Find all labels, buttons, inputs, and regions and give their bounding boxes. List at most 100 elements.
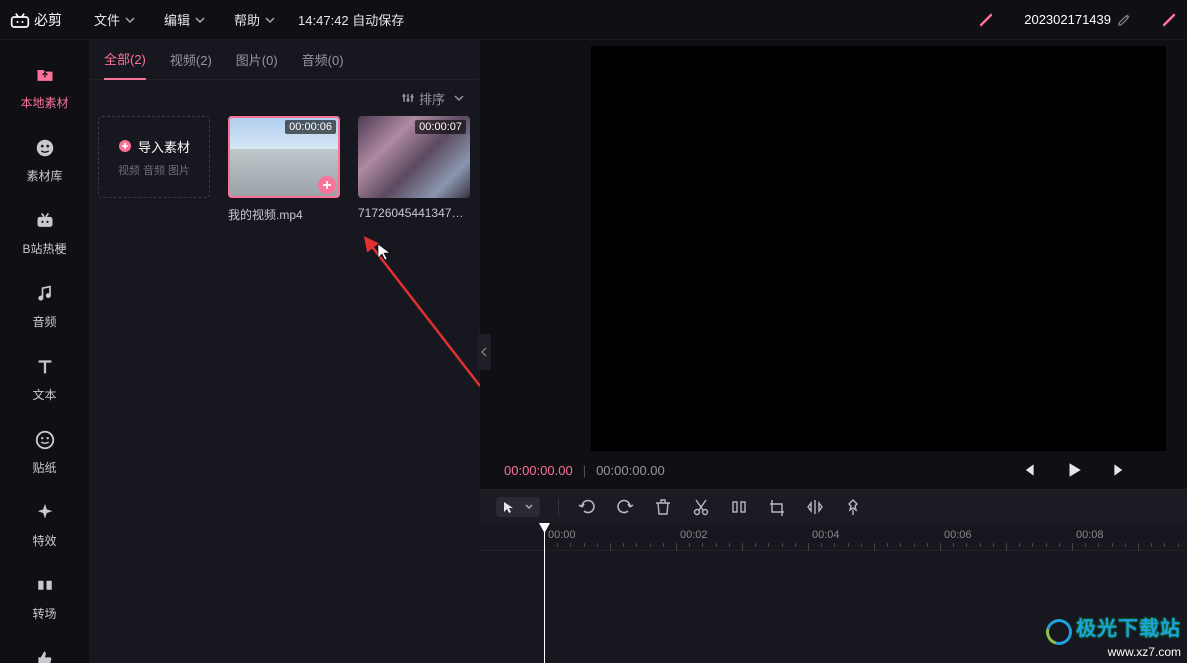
time-separator: | bbox=[583, 463, 586, 478]
mirror-button[interactable] bbox=[805, 497, 825, 517]
ruler-mark: 00:08 bbox=[1076, 529, 1104, 541]
split-button[interactable] bbox=[729, 497, 749, 517]
asset-card[interactable]: 00:00:06 我的视频.mp4 bbox=[228, 116, 340, 223]
prev-frame-button[interactable] bbox=[1019, 461, 1037, 479]
crop-button[interactable] bbox=[767, 497, 787, 517]
preview-area bbox=[480, 40, 1187, 451]
project-name-text: 202302171439 bbox=[1024, 12, 1111, 27]
ruler-mark: 00:02 bbox=[680, 529, 708, 541]
asset-grid: 导入素材 视频 音频 图片 00:00:06 我的视频.mp4 00:00:07 bbox=[90, 116, 479, 223]
current-time: 00:00:00.00 bbox=[504, 463, 573, 478]
asset-thumbnail[interactable]: 00:00:07 bbox=[358, 116, 470, 198]
text-icon bbox=[32, 354, 58, 380]
duration-badge: 00:00:06 bbox=[285, 120, 336, 134]
import-card[interactable]: 导入素材 视频 音频 图片 bbox=[98, 116, 210, 223]
edit-icon bbox=[1117, 13, 1131, 27]
player-row: 00:00:00.00 | 00:00:00.00 bbox=[480, 451, 1187, 489]
menu-file[interactable]: 文件 bbox=[80, 10, 150, 29]
chevron-left-icon bbox=[480, 347, 488, 357]
menu-help[interactable]: 帮助 bbox=[220, 10, 290, 29]
menu-help-label: 帮助 bbox=[234, 10, 260, 29]
add-to-timeline-button[interactable] bbox=[318, 176, 336, 194]
cut-button[interactable] bbox=[691, 497, 711, 517]
sort-button[interactable]: 排序 bbox=[401, 89, 465, 108]
ruler-mark: 00:04 bbox=[812, 529, 840, 541]
total-time: 00:00:00.00 bbox=[596, 463, 665, 478]
collapse-handle[interactable] bbox=[477, 334, 491, 370]
menu-bar: 文件 编辑 帮助 bbox=[80, 10, 290, 29]
topbar: 必剪 文件 编辑 帮助 14:47:42 自动保存 202302171439 bbox=[0, 0, 1187, 40]
autosave-time: 14:47:42 bbox=[298, 13, 349, 28]
music-note-icon bbox=[32, 281, 58, 307]
sidebar-item-sanlian[interactable]: 一键三连 bbox=[0, 636, 89, 663]
sidebar-item-label: 贴纸 bbox=[32, 459, 56, 476]
timeline-ruler[interactable]: 00:00 00:02 00:04 00:06 00:08 bbox=[480, 523, 1187, 551]
folder-upload-icon bbox=[32, 62, 58, 88]
chevron-down-icon bbox=[524, 502, 534, 512]
asset-name: 我的视频.mp4 bbox=[228, 206, 340, 223]
timeline-toolbar bbox=[480, 489, 1187, 523]
sliders-icon bbox=[401, 91, 415, 105]
tab-all[interactable]: 全部(2) bbox=[104, 39, 146, 80]
sidebar-item-label: B站热梗 bbox=[22, 240, 66, 257]
asset-tabs: 全部(2) 视频(2) 图片(0) 音频(0) bbox=[90, 40, 479, 80]
tv-icon bbox=[32, 208, 58, 234]
sidebar-item-bilibili-memes[interactable]: B站热梗 bbox=[0, 198, 89, 271]
pen-icon bbox=[978, 12, 994, 28]
right-area: 00:00:00.00 | 00:00:00.00 bbox=[480, 40, 1187, 663]
project-name[interactable]: 202302171439 bbox=[1024, 12, 1131, 27]
annotation-arrow bbox=[360, 236, 500, 396]
sidebar-item-audio[interactable]: 音频 bbox=[0, 271, 89, 344]
sort-label: 排序 bbox=[419, 89, 445, 108]
sidebar-item-local[interactable]: 本地素材 bbox=[0, 52, 89, 125]
autosave-label: 自动保存 bbox=[352, 13, 404, 28]
sidebar-item-text[interactable]: 文本 bbox=[0, 344, 89, 417]
sticker-icon bbox=[32, 427, 58, 453]
pen-icon bbox=[1161, 12, 1177, 28]
transition-icon bbox=[32, 573, 58, 599]
topbar-right: 202302171439 bbox=[978, 12, 1177, 28]
duration-badge: 00:00:07 bbox=[415, 120, 466, 134]
sidebar-item-effects[interactable]: 特效 bbox=[0, 490, 89, 563]
app-logo: 必剪 bbox=[10, 10, 62, 30]
asset-thumbnail[interactable]: 00:00:06 bbox=[228, 116, 340, 198]
chevron-down-icon bbox=[264, 14, 276, 26]
sidebar-item-sticker[interactable]: 贴纸 bbox=[0, 417, 89, 490]
next-frame-button[interactable] bbox=[1111, 461, 1129, 479]
thumbs-up-icon bbox=[32, 646, 58, 663]
play-button[interactable] bbox=[1065, 461, 1083, 479]
sidebar-item-label: 本地素材 bbox=[20, 94, 68, 111]
undo-button[interactable] bbox=[577, 497, 597, 517]
import-title-text: 导入素材 bbox=[138, 137, 190, 156]
sidebar-item-transition[interactable]: 转场 bbox=[0, 563, 89, 636]
menu-edit[interactable]: 编辑 bbox=[150, 10, 220, 29]
sidebar-item-label: 文本 bbox=[32, 386, 56, 403]
sidebar-item-label: 素材库 bbox=[26, 167, 62, 184]
tab-image[interactable]: 图片(0) bbox=[236, 40, 278, 79]
chevron-down-icon bbox=[453, 92, 465, 104]
pin-button[interactable] bbox=[843, 497, 863, 517]
preview-canvas[interactable] bbox=[591, 46, 1166, 451]
menu-edit-label: 编辑 bbox=[164, 10, 190, 29]
ruler-mark: 00:00 bbox=[548, 529, 576, 541]
playhead[interactable] bbox=[544, 523, 545, 663]
content-pane: 全部(2) 视频(2) 图片(0) 音频(0) 排序 导入素材 视频 音频 图片 bbox=[90, 40, 480, 663]
tool-select-group[interactable] bbox=[496, 497, 540, 517]
chevron-down-icon bbox=[194, 14, 206, 26]
sidebar-item-library[interactable]: 素材库 bbox=[0, 125, 89, 198]
chevron-down-icon bbox=[124, 14, 136, 26]
tab-video[interactable]: 视频(2) bbox=[170, 40, 212, 79]
timeline[interactable]: 00:00 00:02 00:04 00:06 00:08 bbox=[480, 523, 1187, 663]
app-name: 必剪 bbox=[34, 10, 62, 30]
plus-circle-icon bbox=[118, 139, 132, 153]
sidebar-item-label: 音频 bbox=[32, 313, 56, 330]
plus-icon bbox=[322, 180, 332, 190]
cursor-icon bbox=[377, 243, 391, 261]
asset-card[interactable]: 00:00:07 7172604544134745… bbox=[358, 116, 470, 223]
delete-button[interactable] bbox=[653, 497, 673, 517]
tab-audio[interactable]: 音频(0) bbox=[302, 40, 344, 79]
redo-button[interactable] bbox=[615, 497, 635, 517]
sidebar: 本地素材 素材库 B站热梗 音频 文本 贴纸 特效 转场 bbox=[0, 40, 90, 663]
sparkle-icon bbox=[32, 500, 58, 526]
sidebar-item-label: 转场 bbox=[32, 605, 56, 622]
